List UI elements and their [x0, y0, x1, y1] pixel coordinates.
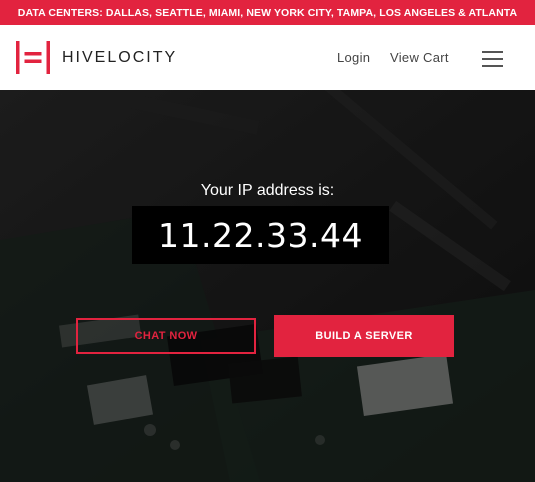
announcement-text: DATA CENTERS: DALLAS, SEATTLE, MIAMI, NE…: [17, 6, 518, 19]
hivelocity-logo-icon: [16, 41, 50, 74]
announcement-bar: DATA CENTERS: DALLAS, SEATTLE, MIAMI, NE…: [0, 0, 535, 25]
ip-address-value: 11.22.33.44: [158, 215, 363, 255]
ip-address-box: 11.22.33.44: [132, 206, 389, 264]
site-header: HIVELOCITY Login View Cart: [0, 25, 535, 90]
brand-name: HIVELOCITY: [62, 48, 178, 66]
hamburger-icon[interactable]: [482, 51, 503, 67]
hero-background-image: [0, 90, 535, 482]
logo[interactable]: HIVELOCITY: [16, 41, 177, 74]
nav-view-cart-link[interactable]: View Cart: [390, 50, 449, 65]
build-a-server-button[interactable]: BUILD A SERVER: [274, 315, 454, 357]
hero-section: Your IP address is: 11.22.33.44 CHAT NOW…: [0, 90, 535, 482]
chat-now-button[interactable]: CHAT NOW: [76, 318, 256, 354]
nav-login-link[interactable]: Login: [337, 50, 370, 65]
ip-address-label: Your IP address is:: [200, 182, 335, 199]
